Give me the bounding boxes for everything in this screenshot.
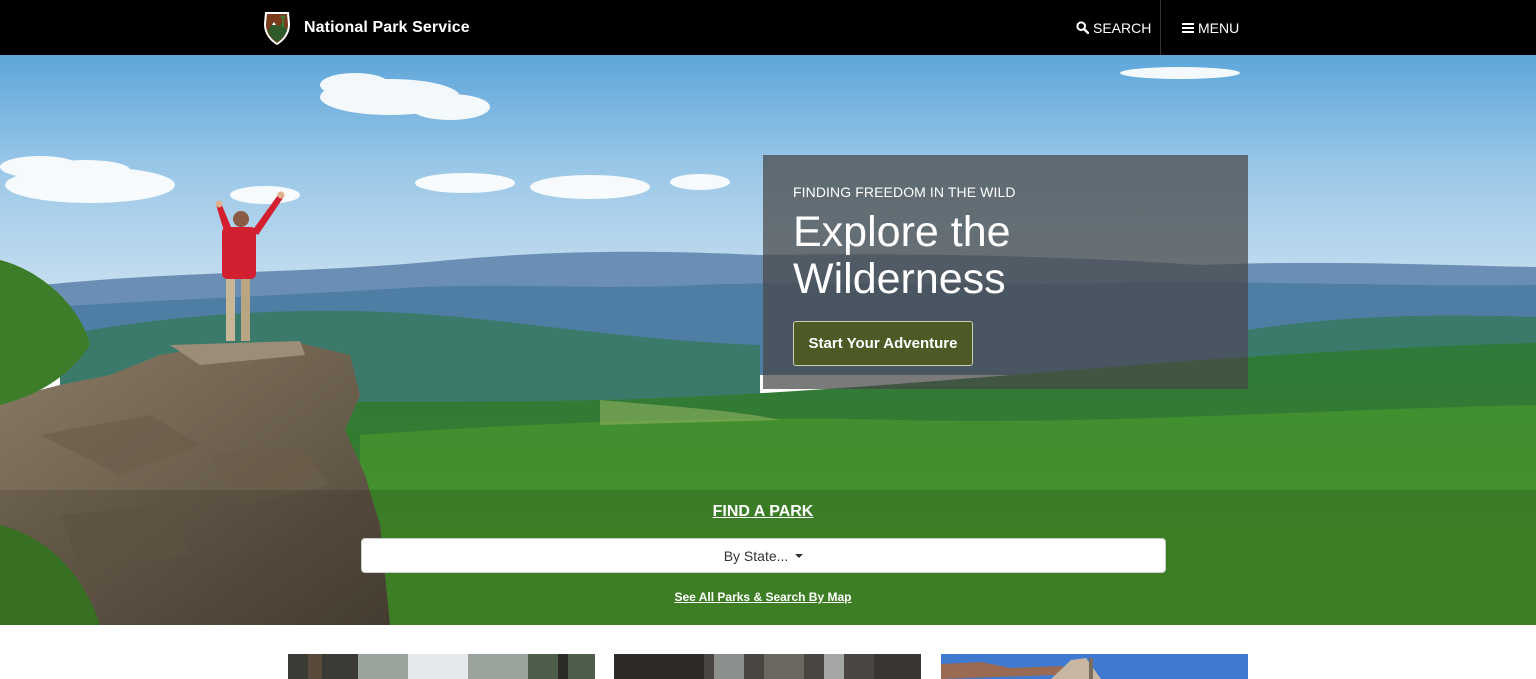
- forest-photo-thumbnail: [288, 654, 595, 679]
- see-all-parks-link[interactable]: See All Parks & Search By Map: [0, 590, 1526, 604]
- hamburger-menu-icon: [1182, 23, 1194, 33]
- nav-divider: [1160, 0, 1161, 55]
- feature-card-image-3[interactable]: [941, 654, 1248, 679]
- search-button[interactable]: SEARCH: [1076, 0, 1151, 55]
- menu-label: MENU: [1198, 19, 1240, 36]
- promo-kicker: FINDING FREEDOM IN THE WILD: [793, 184, 1016, 200]
- home-logo-link[interactable]: National Park Service: [262, 10, 470, 46]
- desert-photo-thumbnail: [941, 654, 1248, 679]
- start-adventure-button[interactable]: Start Your Adventure: [793, 321, 973, 366]
- feature-card-image-2[interactable]: [614, 654, 921, 679]
- hero-promo-panel: FINDING FREEDOM IN THE WILD Explore the …: [763, 155, 1248, 389]
- state-select-value: By State...: [723, 547, 789, 564]
- top-navigation-bar: National Park Service SEARCH MENU: [0, 0, 1536, 55]
- caret-down-icon: [795, 553, 804, 558]
- site-title: National Park Service: [304, 19, 470, 36]
- state-select-dropdown[interactable]: By State...: [361, 538, 1166, 573]
- menu-button[interactable]: MENU: [1182, 0, 1239, 55]
- feature-card-image-1[interactable]: [288, 654, 595, 679]
- nps-arrowhead-logo-icon: [264, 12, 290, 45]
- search-icon: [1076, 21, 1089, 34]
- hero-section: FINDING FREEDOM IN THE WILD Explore the …: [0, 55, 1536, 625]
- search-label: SEARCH: [1093, 19, 1152, 36]
- promo-headline: Explore the Wilderness: [793, 208, 1011, 303]
- woodland-photo-thumbnail: [614, 654, 921, 679]
- find-a-park-link[interactable]: FIND A PARK: [0, 503, 1526, 521]
